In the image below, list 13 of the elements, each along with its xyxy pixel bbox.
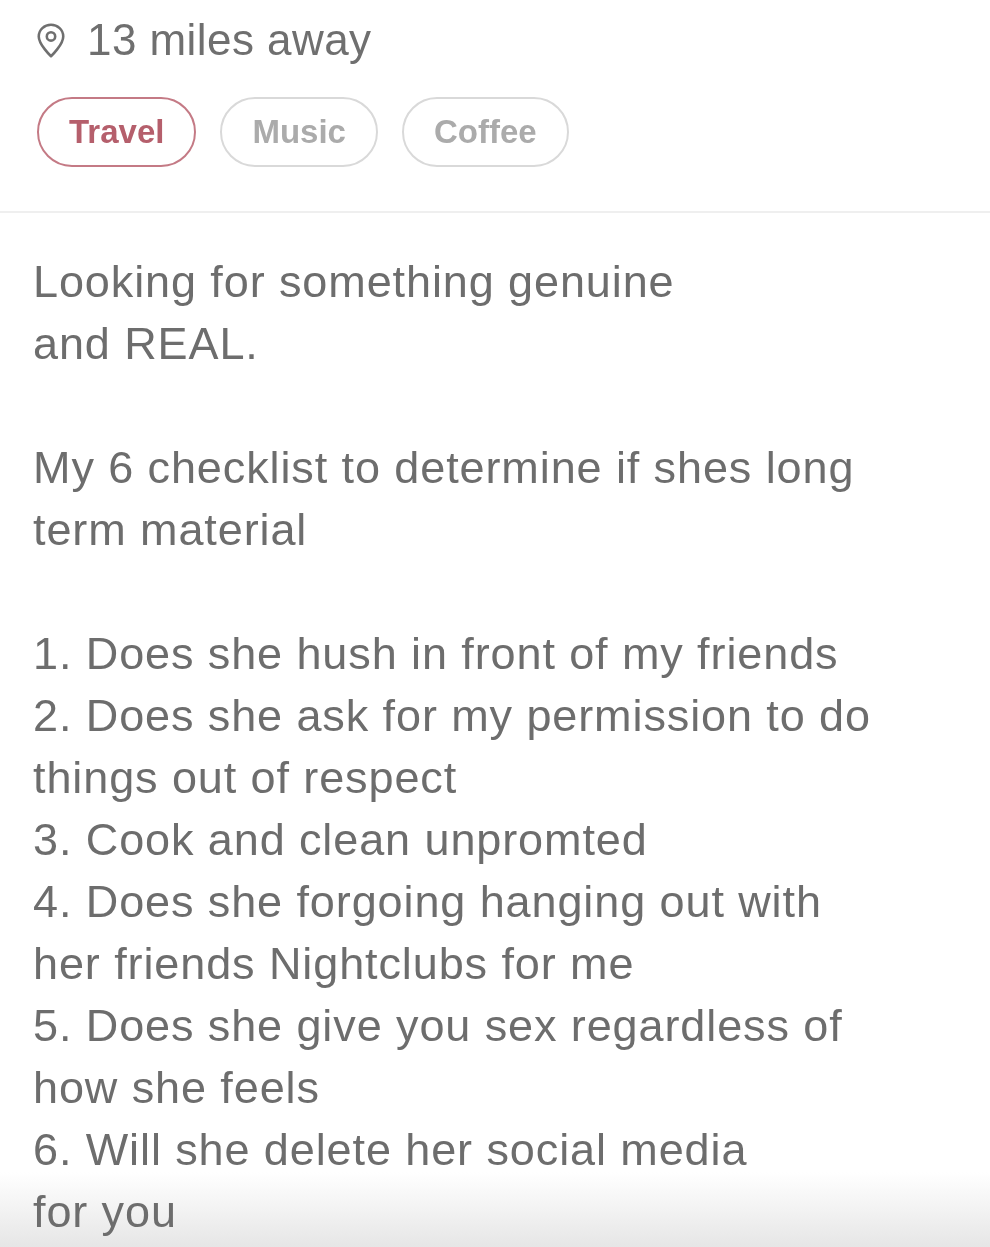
- interest-tag: Music: [220, 97, 378, 167]
- location-pin-icon: [37, 22, 65, 58]
- interest-tag: Travel: [37, 97, 197, 167]
- checklist-item: 5. Does she give you sex regardless of how she feels: [33, 999, 843, 1115]
- interest-tag: Coffee: [401, 97, 569, 167]
- checklist-item: 2. Does she ask for my permission to do things out of respect: [33, 689, 871, 805]
- checklist-item: 1. Does she hush in front of my friends: [33, 627, 839, 681]
- checklist-item: 3. Cook and clean unpromted: [33, 813, 648, 867]
- checklist-item: 4. Does she forgoing hanging out with her friends Nightclubs for me: [33, 875, 822, 991]
- bio-text: Looking for something genuine and REAL.: [33, 255, 675, 371]
- distance-text: 13 miles away: [87, 14, 372, 66]
- checklist-item: 6. Will she delete her social media for you: [33, 1123, 748, 1239]
- bio-text: My 6 checklist to determine if shes long term material: [33, 441, 855, 557]
